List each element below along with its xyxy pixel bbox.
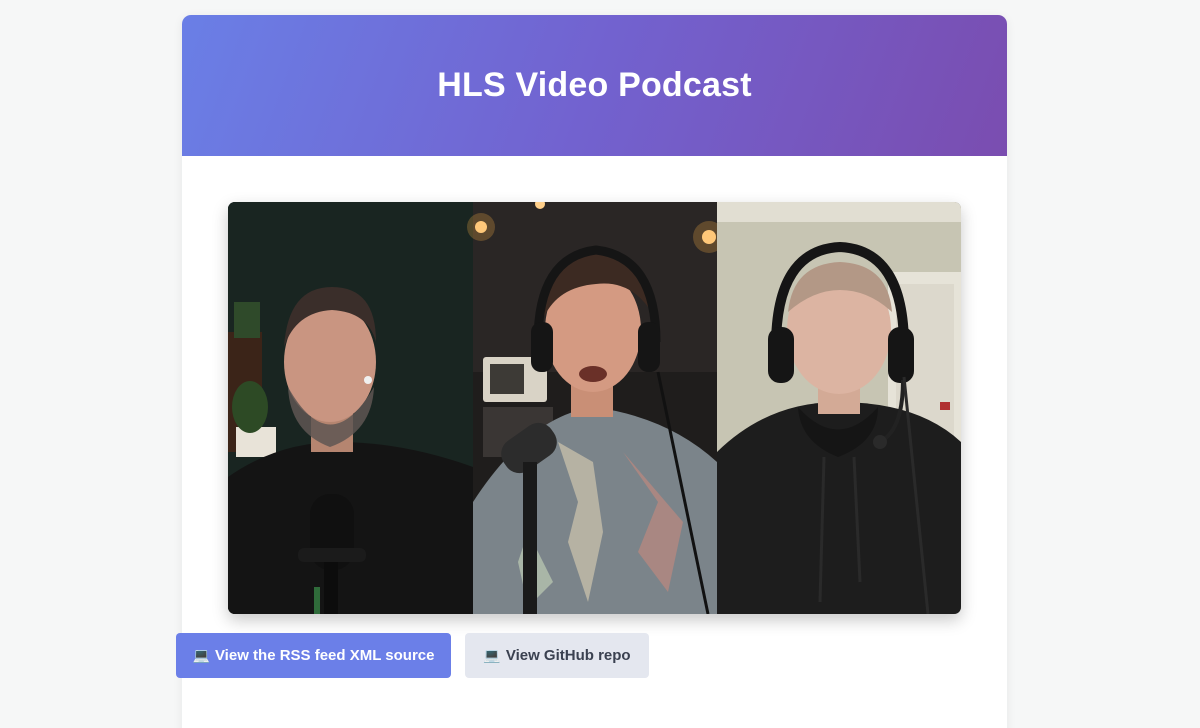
video-player[interactable] xyxy=(228,202,961,614)
computer-icon: 💻 xyxy=(192,647,210,663)
view-rss-feed-button[interactable]: 💻 View the RSS feed XML source xyxy=(176,633,451,678)
participant-panel-right xyxy=(717,202,961,614)
video-frame xyxy=(228,202,961,614)
view-rss-feed-label: View the RSS feed XML source xyxy=(214,647,435,664)
page-title: HLS Video Podcast xyxy=(437,66,752,104)
view-github-repo-label: View GitHub repo xyxy=(505,647,631,664)
laptop-icon: 💻 xyxy=(483,647,501,663)
action-buttons: 💻 View the RSS feed XML source 💻 View Gi… xyxy=(176,633,649,678)
view-github-repo-button[interactable]: 💻 View GitHub repo xyxy=(465,633,649,678)
podcast-card: HLS Video Podcast xyxy=(182,15,1007,728)
participant-panel-center xyxy=(467,202,725,614)
participant-panel-left xyxy=(228,202,473,614)
card-header: HLS Video Podcast xyxy=(182,15,1007,156)
